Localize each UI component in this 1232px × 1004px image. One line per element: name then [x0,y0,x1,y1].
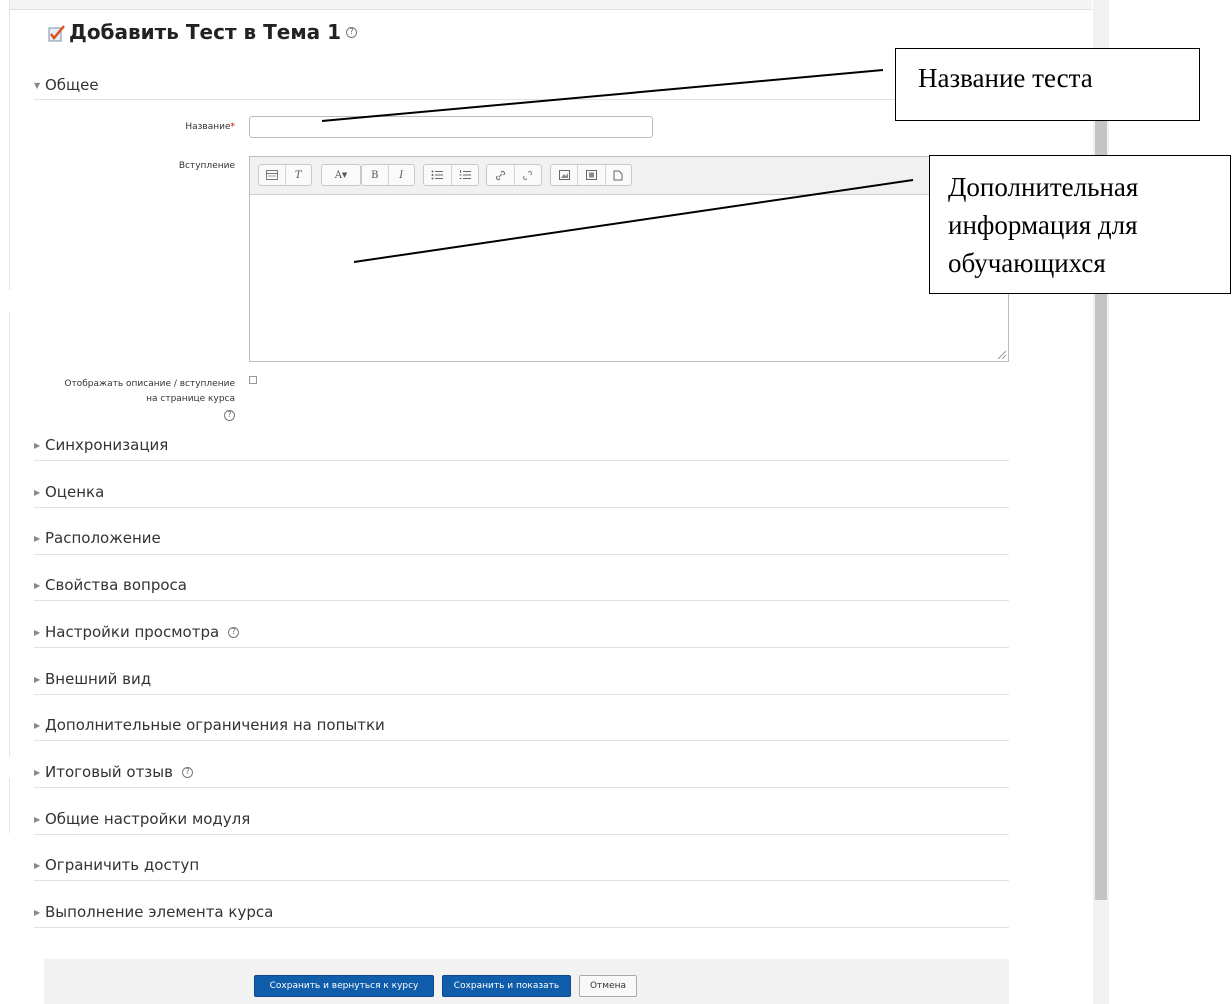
callout-name: Название теста [895,48,1200,121]
callout-pointer-line [321,69,884,122]
callout-pointer-line [353,179,914,263]
page: Добавить Тест в Тема 1 ? ▼ Общее Названи… [0,0,1232,1004]
callout-additional-info: Дополнительная информация для обучающихс… [929,155,1231,294]
annotation-arrows [321,69,914,263]
